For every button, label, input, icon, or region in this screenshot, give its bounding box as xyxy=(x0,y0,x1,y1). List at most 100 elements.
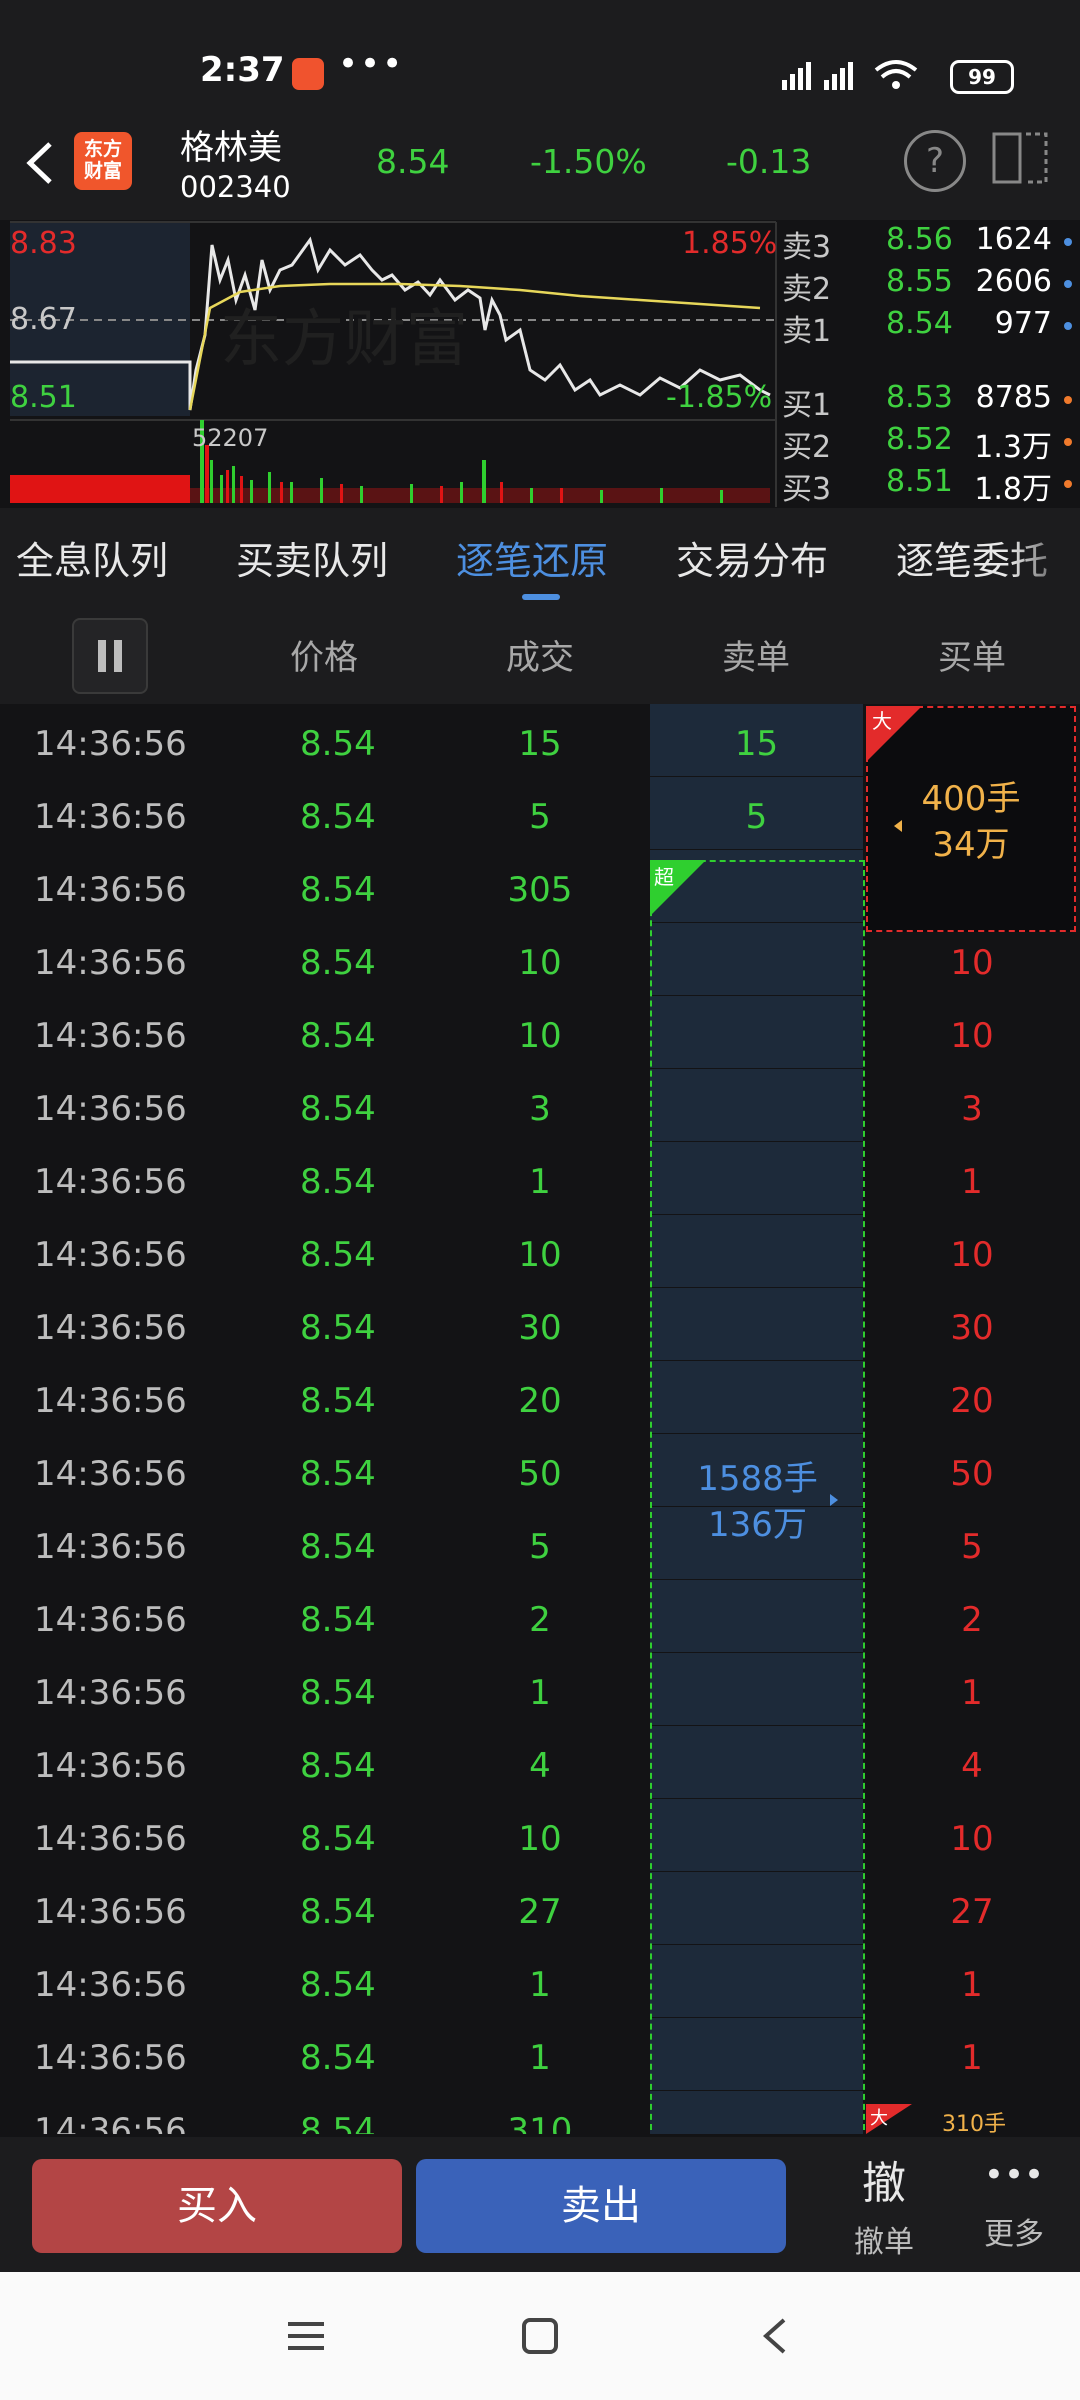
column-header-buy: 买单 xyxy=(938,638,1006,678)
buy-volume: 5 xyxy=(961,1527,983,1567)
recent-apps-icon[interactable] xyxy=(286,2316,326,2356)
column-header-volume: 成交 xyxy=(506,638,574,678)
trade-time: 14:36:56 xyxy=(34,797,187,837)
cancel-order-button[interactable]: 撤 撤单 xyxy=(830,2147,938,2267)
split-screen-icon[interactable] xyxy=(992,130,1048,186)
trade-volume: 20 xyxy=(518,1381,562,1421)
trade-price: 8.54 xyxy=(300,797,376,837)
trade-volume: 2 xyxy=(529,1600,551,1640)
tab-buy-sell-queue[interactable]: 买卖队列 xyxy=(236,530,388,585)
buy-volume: 20 xyxy=(950,1381,994,1421)
buy-volume: 1 xyxy=(961,1673,983,1713)
buy-volume: 1 xyxy=(961,1965,983,2005)
ask-row: 卖3 8.56 1624 xyxy=(782,222,1072,265)
trade-volume: 27 xyxy=(518,1892,562,1932)
trade-price: 8.54 xyxy=(300,1381,376,1421)
table-row: 14:36:56 8.54 4 4 xyxy=(0,1726,1080,1799)
buy-button[interactable]: 买入 xyxy=(32,2159,402,2253)
volume-peak-label: 52207 xyxy=(192,424,269,452)
trade-price: 8.54 xyxy=(300,1527,376,1567)
trade-volume: 1 xyxy=(529,1965,551,2005)
trade-price: 8.54 xyxy=(300,1965,376,2005)
super-order-tag: 超 xyxy=(650,860,706,916)
buy-volume: 10 xyxy=(950,943,994,983)
stock-header: 东方 财富 格林美 002340 8.54 -1.50% -0.13 ? xyxy=(0,110,1080,220)
table-row: 14:36:56 8.54 1 1 xyxy=(0,2018,1080,2091)
trade-volume: 10 xyxy=(518,1235,562,1275)
trade-price: 8.54 xyxy=(300,1673,376,1713)
sell-button[interactable]: 卖出 xyxy=(416,2159,786,2253)
trade-price: 8.54 xyxy=(300,724,376,764)
super-sell-order-block[interactable]: 超 1588手 136万 xyxy=(650,860,865,2134)
arrow-left-icon xyxy=(894,820,902,832)
battery-icon: 99 xyxy=(950,60,1014,94)
table-header: 价格 成交 卖单 买单 xyxy=(0,600,1080,704)
super-sell-amount: 136万 xyxy=(708,1505,807,1545)
ask-row: 卖1 8.54 977 xyxy=(782,306,1072,349)
pause-icon xyxy=(98,640,122,672)
tab-full-queue[interactable]: 全息队列 xyxy=(16,530,168,585)
buy-volume: 10 xyxy=(950,1016,994,1056)
status-bar: 2:37 ••• 99 xyxy=(0,0,1080,110)
trade-time: 14:36:56 xyxy=(34,2038,187,2078)
ask-row: 卖2 8.55 2606 xyxy=(782,264,1072,307)
trade-time: 14:36:56 xyxy=(34,1746,187,1786)
trade-volume: 10 xyxy=(518,1016,562,1056)
trade-volume: 30 xyxy=(518,1308,562,1348)
home-icon[interactable] xyxy=(520,2316,560,2356)
back-icon[interactable] xyxy=(756,2316,796,2356)
buy-volume: 1 xyxy=(961,1162,983,1202)
trade-price: 8.54 xyxy=(300,1892,376,1932)
trade-time: 14:36:56 xyxy=(34,1381,187,1421)
notification-icon xyxy=(292,58,324,90)
chart-high-price: 8.83 xyxy=(10,226,77,261)
sell-volume: 5 xyxy=(745,797,768,837)
trade-volume: 10 xyxy=(518,943,562,983)
table-row: 14:36:56 8.54 2 2 xyxy=(0,1580,1080,1653)
tab-fade xyxy=(1010,508,1080,600)
help-icon[interactable]: ? xyxy=(904,130,966,192)
more-label: 更多 xyxy=(984,2217,1044,2252)
table-row: 14:36:56 8.54 10 10 xyxy=(0,1215,1080,1288)
tab-tick-restore[interactable]: 逐笔还原 xyxy=(456,530,608,585)
trade-price: 8.54 xyxy=(300,1308,376,1348)
stock-change-pct: -1.50% xyxy=(530,142,647,181)
more-button[interactable]: ••• 更多 xyxy=(960,2147,1068,2267)
action-bar: 买入 卖出 撤 撤单 ••• 更多 xyxy=(0,2137,1080,2272)
cancel-label: 撤单 xyxy=(854,2225,914,2260)
trade-time: 14:36:56 xyxy=(34,1965,187,2005)
tab-trade-distribution[interactable]: 交易分布 xyxy=(676,530,828,585)
trade-volume: 3 xyxy=(529,1089,551,1129)
trade-volume: 4 xyxy=(529,1746,551,1786)
back-arrow-icon[interactable] xyxy=(20,138,60,188)
tab-bar: 全息队列 买卖队列 逐笔还原 交易分布 逐笔委托 xyxy=(0,508,1080,600)
trade-time: 14:36:56 xyxy=(34,724,187,764)
trade-price: 8.54 xyxy=(300,1016,376,1056)
trade-time: 14:36:56 xyxy=(34,1819,187,1859)
trade-price: 8.54 xyxy=(300,1600,376,1640)
big-order-tag: 大 xyxy=(866,706,922,762)
chart-low-price: 8.51 xyxy=(10,380,77,415)
big-buy-order-block[interactable]: 大 400手 34万 xyxy=(866,706,1076,932)
big-buy-order-block-2[interactable]: 大 310手 xyxy=(866,2104,1076,2134)
table-row: 14:36:56 8.54 30 30 xyxy=(0,1288,1080,1361)
table-row: 14:36:56 8.54 1 1 xyxy=(0,1653,1080,1726)
more-notifications-icon: ••• xyxy=(338,44,405,84)
big-buy-lots-2: 310手 xyxy=(942,2112,1006,2134)
table-row: 14:36:56 8.54 10 10 xyxy=(0,1799,1080,1872)
intraday-chart[interactable]: 东方财富 8.83 1.85% 8.67 8.51 -1.85% 52207 卖… xyxy=(0,220,1080,507)
stock-name: 格林美 xyxy=(180,128,282,168)
trade-price: 8.54 xyxy=(300,2111,376,2134)
buy-volume: 27 xyxy=(950,1892,994,1932)
trade-volume: 1 xyxy=(529,1673,551,1713)
tick-table[interactable]: 14:36:56 8.54 15 15 14:36:56 8.54 5 5 14:36:56 8.… xyxy=(0,704,1080,2134)
table-row: 14:36:56 8.54 5 5 xyxy=(0,1507,1080,1580)
price-line-chart: 东方财富 xyxy=(10,221,777,507)
arrow-right-icon xyxy=(830,1494,838,1506)
buy-volume: 10 xyxy=(950,1235,994,1275)
signal-icon xyxy=(782,60,918,90)
trade-volume: 1 xyxy=(529,2038,551,2078)
trade-time: 14:36:56 xyxy=(34,1892,187,1932)
column-header-sell: 卖单 xyxy=(722,638,790,678)
pause-button[interactable] xyxy=(72,618,148,694)
